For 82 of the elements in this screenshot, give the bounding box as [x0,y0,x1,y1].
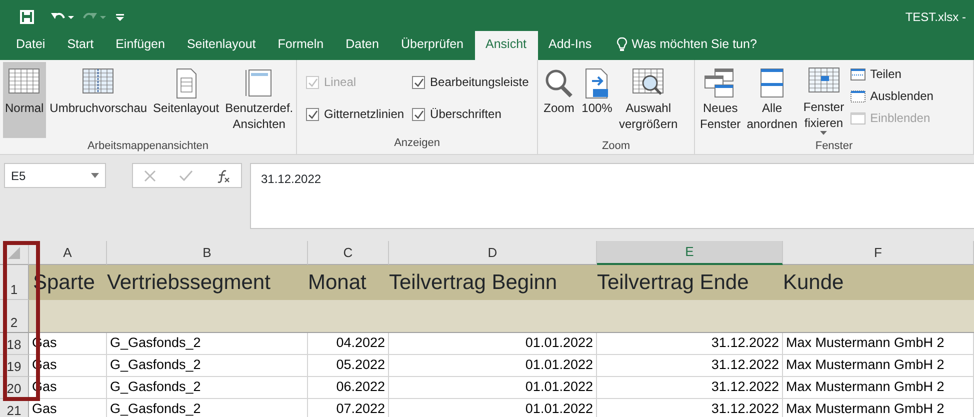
ribbon-tab[interactable]: Add-Ins [538,31,603,60]
table-cell: 01.01.2022 [389,399,597,417]
check-icon [414,78,424,87]
column-header[interactable]: A [29,241,107,265]
lightbulb-icon [616,37,627,52]
ribbon-tab[interactable]: Start [56,31,105,60]
header-cell-text: Monat [308,270,368,296]
view-button[interactable]: Umbruchvorschau [48,62,150,138]
checkbox[interactable]: Gitternetzlinien [306,98,404,130]
table-cell: 01.01.2022 [389,355,597,377]
ribbon-tab[interactable]: Einfügen [104,31,176,60]
customize-icon [116,13,124,21]
formula-field[interactable]: 31.12.2022 [250,163,974,229]
ribbon-tab[interactable]: Ansicht [474,31,538,60]
view-button[interactable]: Seitenlayout [151,62,222,138]
checkbox[interactable]: Überschriften [412,98,529,130]
view-button[interactable]: Benutzerdef. Ansichten [223,62,296,138]
group-label: Fenster [814,139,854,154]
enter-icon [178,170,193,182]
column-header[interactable]: E [597,241,783,265]
column-header[interactable]: D [389,241,597,265]
header-cell-text: Vertriebssegment [107,270,272,296]
check-icon [308,78,318,87]
view-button[interactable]: Neues Fenster [698,62,743,138]
view-button[interactable]: 100% [579,62,615,138]
table-cell: G_Gasfonds_2 [107,333,308,355]
table-cell: Max Mustermann GmbH 2 [783,377,974,399]
split-icon [850,66,866,82]
view-button[interactable]: Alle anordnen [744,62,800,138]
ribbon-tab[interactable]: Datei [5,31,56,60]
table-cell: 04.2022 [308,333,389,355]
table-cell: 31.12.2022 [597,399,783,417]
new-window-icon [704,68,736,98]
checkbox[interactable]: Bearbeitungsleiste [412,66,529,98]
window-button[interactable]: Teilen [848,64,936,84]
group-label: Zoom [600,139,632,154]
table-cell: 06.2022 [308,377,389,399]
hide-icon [850,88,866,104]
table-cell: Max Mustermann GmbH 2 [783,333,974,355]
ribbon-tab[interactable]: Formeln [266,31,335,60]
column-header[interactable]: F [783,241,974,265]
group-label: Anzeigen [393,136,441,150]
search-icon [543,68,575,98]
header-cell-text: Kunde [783,270,845,296]
window-button[interactable]: Ausblenden [848,86,936,106]
table-cell: 07.2022 [308,399,389,417]
table-cell: 31.12.2022 [597,377,783,399]
header-cell-text: Teilvertrag Beginn [389,270,558,296]
table-cell: 01.01.2022 [389,377,597,399]
table-cell: Max Mustermann GmbH 2 [783,399,974,417]
column-header[interactable]: B [107,241,308,265]
table-cell: 31.12.2022 [597,355,783,377]
tell-me-search[interactable]: Was möchten Sie tun? [632,35,757,54]
save-icon [20,10,34,24]
ribbon-tab[interactable]: Überprüfen [390,31,475,60]
check-icon [414,110,424,119]
ribbon-tab[interactable]: Seitenlayout [176,31,267,60]
window-title: TEST.xlsx - [905,9,966,26]
table-cell: G_Gasfonds_2 [107,377,308,399]
view-button[interactable]: Zoom [541,62,577,138]
table-cell: Max Mustermann GmbH 2 [783,355,974,377]
view-button[interactable]: Normal [3,62,46,138]
column-header[interactable]: C [308,241,389,265]
table-cell: 31.12.2022 [597,333,783,355]
ribbon-tab[interactable]: Daten [334,31,390,60]
view-button[interactable]: Auswahl vergrößern [617,62,680,138]
table-cell: 01.01.2022 [389,333,597,355]
header-cell-text: Teilvertrag Ende [597,270,750,296]
check-icon [308,110,318,119]
table-cell: 05.2022 [308,355,389,377]
row-header[interactable]: 21 [0,399,29,417]
view-button[interactable]: Fenster fixieren [801,62,846,138]
group-label: Arbeitsmappenansichten [86,139,210,154]
table-cell: G_Gasfonds_2 [107,399,308,417]
table-cell: G_Gasfonds_2 [107,355,308,377]
table-cell: Gas [29,399,107,417]
select-all-icon [8,246,20,258]
name-box[interactable]: E5 [4,163,106,188]
cancel-icon [144,170,156,182]
dropdown-caret-icon [91,173,99,178]
unhide-icon [850,110,866,126]
function-icon [216,168,230,182]
